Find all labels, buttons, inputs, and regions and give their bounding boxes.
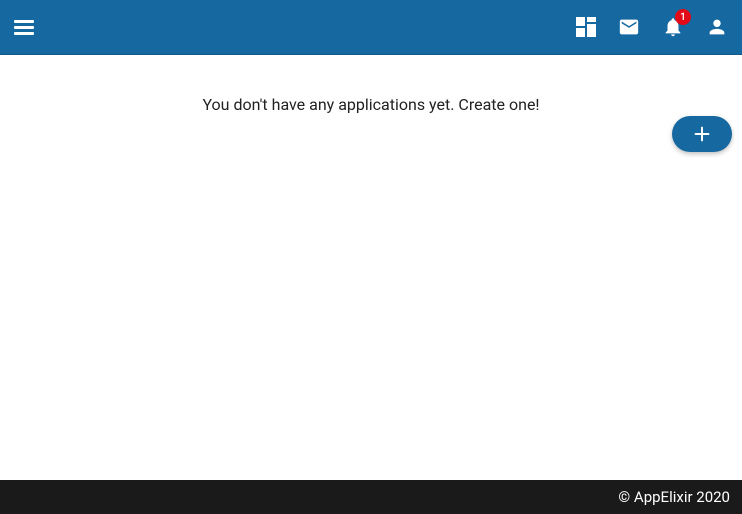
hamburger-icon <box>12 15 36 39</box>
grid-icon <box>576 17 596 37</box>
notification-badge: 1 <box>675 9 691 25</box>
account-button[interactable] <box>706 16 728 38</box>
app-footer: © AppElixir 2020 <box>0 480 742 514</box>
header-right: 1 <box>576 16 728 38</box>
person-icon <box>706 16 728 38</box>
dashboard-button[interactable] <box>576 17 596 37</box>
create-application-button[interactable] <box>672 116 732 152</box>
notifications-button[interactable]: 1 <box>662 16 684 38</box>
plus-icon <box>691 123 713 145</box>
mail-icon <box>618 16 640 38</box>
app-header: 1 <box>0 0 742 55</box>
footer-copyright: © AppElixir 2020 <box>618 488 730 506</box>
menu-button[interactable] <box>12 15 36 39</box>
main-content: You don't have any applications yet. Cre… <box>0 55 742 114</box>
header-left <box>12 15 36 39</box>
mail-button[interactable] <box>618 16 640 38</box>
empty-state-message: You don't have any applications yet. Cre… <box>0 95 742 114</box>
